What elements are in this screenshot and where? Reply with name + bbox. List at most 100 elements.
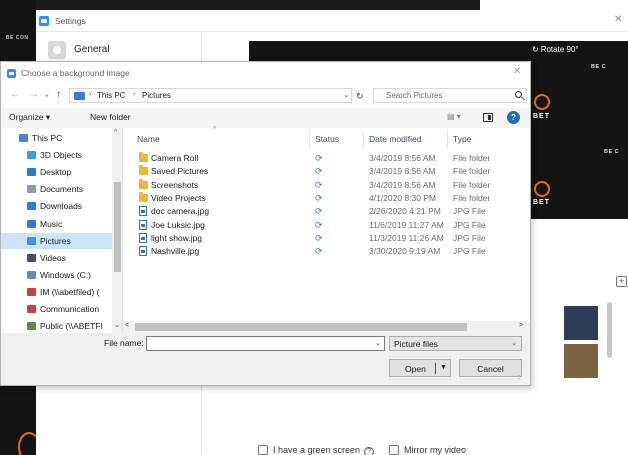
mirror-video-checkbox[interactable] [389, 445, 399, 455]
file-name-input[interactable] [149, 338, 369, 349]
table-row[interactable]: Saved Pictures ⟳ 3/4/2019 8:56 AM File fold… [123, 165, 530, 178]
search-input[interactable] [386, 90, 506, 101]
file-name: light show.jpg [151, 232, 203, 243]
sidebar-item-pictures[interactable]: Pictures [1, 232, 113, 249]
column-divider[interactable] [363, 130, 364, 148]
scroll-up-icon[interactable]: ^ [114, 129, 117, 136]
sidebar-item-downloads[interactable]: Downloads [1, 198, 113, 214]
open-button-label: Open [405, 364, 426, 374]
zoom-app-icon [39, 16, 49, 26]
network-drive-icon [27, 305, 36, 313]
column-header-type[interactable]: Type [453, 134, 471, 144]
column-divider[interactable] [447, 130, 448, 148]
network-drive-icon [27, 322, 36, 331]
sidebar-item-windows-c[interactable]: Windows (C:) [1, 267, 113, 283]
file-list-horizontal-scrollbar[interactable]: < > [123, 321, 530, 333]
mirror-video-label: Mirror my video [404, 445, 467, 455]
file-list: ^ Name Status Date modified Type < > Cam… [123, 126, 530, 333]
resize-grip-icon[interactable]: ::: [517, 374, 521, 381]
breadcrumb-pictures[interactable]: Pictures [142, 91, 171, 100]
sidebar-item-3d-objects[interactable]: 3D Objects [1, 147, 113, 163]
background-list-scrollbar[interactable] [607, 302, 612, 358]
file-date-modified: 3/4/2019 8:56 AM [369, 166, 436, 177]
open-button[interactable]: Open ▼ [389, 359, 451, 377]
cube-icon [27, 151, 36, 160]
new-folder-button[interactable]: New folder [90, 112, 131, 122]
address-dropdown-icon[interactable]: ⌄ [343, 91, 349, 99]
table-row[interactable]: Joe Luksic.jpg ⟳ 11/6/2019 11:27 AM JPG Fil… [123, 219, 530, 232]
change-view-button[interactable]: ▤ ▾ [447, 112, 461, 121]
sync-status-icon: ⟳ [315, 206, 323, 217]
settings-title: Settings [55, 16, 86, 26]
refresh-icon[interactable]: ↻ [356, 91, 364, 102]
sidebar-item-public-abetfi[interactable]: Public (\\ABETFI [1, 318, 113, 333]
search-box[interactable] [373, 88, 527, 103]
sync-status-icon: ⟳ [315, 153, 323, 163]
table-row[interactable]: Nashville.jpg ⟳ 3/30/2020 9:19 AM JPG File [123, 246, 530, 258]
address-bar[interactable]: › This PC › Pictures ⌄ [69, 88, 352, 103]
file-name-dropdown-icon[interactable]: ⌄ [375, 339, 381, 347]
background-thumbnail[interactable] [564, 306, 598, 340]
chevron-down-icon: ⌄ [511, 340, 517, 347]
breadcrumb-this-pc[interactable]: This PC [97, 91, 125, 100]
scroll-right-icon[interactable]: > [519, 322, 523, 329]
search-icon[interactable] [515, 91, 522, 98]
sidebar-item-videos[interactable]: Videos [1, 250, 113, 266]
cancel-button[interactable]: Cancel [459, 359, 522, 377]
recent-locations-chevron-icon[interactable]: ▾ [45, 92, 49, 100]
back-arrow-icon[interactable]: ← [10, 89, 20, 100]
file-open-dialog: Choose a background image ✕ ← → ▾ ↑ › Th… [0, 61, 531, 386]
navigation-pane-scrollbar[interactable]: ^ ⌄ [112, 128, 122, 333]
rotate-button[interactable]: ↻ Rotate 90° [532, 45, 579, 54]
table-row[interactable]: Camera Roll ⟳ 3/4/2019 8:56 AM File folder [123, 152, 530, 165]
column-divider[interactable] [309, 130, 310, 148]
sidebar-item-general[interactable]: General [48, 41, 198, 61]
table-row[interactable]: Screenshots ⟳ 3/4/2019 8:56 AM File folder [123, 178, 530, 192]
up-arrow-icon[interactable]: ↑ [56, 89, 61, 100]
scrollbar-thumb[interactable] [114, 182, 121, 272]
green-screen-checkbox[interactable] [258, 445, 268, 455]
file-type-value: Picture files [394, 339, 438, 349]
sidebar-item-desktop[interactable]: Desktop [1, 164, 113, 180]
preview-pane-icon[interactable] [483, 113, 493, 122]
file-type-select[interactable]: Picture files ⌄ [389, 336, 522, 351]
breadcrumb-separator[interactable]: › [133, 91, 135, 98]
file-name-combobox[interactable]: ⌄ [146, 336, 385, 351]
scroll-down-icon[interactable]: ⌄ [114, 321, 120, 329]
green-screen-option[interactable]: I have a green screen? [258, 444, 388, 455]
help-icon[interactable]: ? [364, 447, 375, 455]
background-thumbnail[interactable] [564, 344, 598, 378]
scrollbar-thumb[interactable] [135, 323, 467, 331]
open-options-dropdown-icon[interactable]: ▼ [440, 364, 447, 371]
sidebar-item-music[interactable]: Music [1, 216, 113, 232]
table-row[interactable]: light show.jpg ⟳ 11/3/2019 11:26 AM JPG Fil… [123, 232, 530, 245]
column-header-name[interactable]: Name [137, 134, 160, 144]
image-file-icon [139, 246, 147, 257]
sidebar-item-im-abetfiled[interactable]: IM (\\abetfiled) ( [1, 284, 113, 300]
table-row[interactable]: Video Projects ⟳ 4/1/2020 8:30 PM File fold… [123, 191, 530, 205]
table-row[interactable]: doc camera.jpg ⟳ 2/26/2020 4:21 PM JPG File [123, 206, 530, 218]
add-background-button[interactable]: + [616, 276, 627, 287]
organize-button[interactable]: Organize ▾ [9, 112, 50, 123]
breadcrumb-separator[interactable]: › [89, 91, 91, 98]
forward-arrow-icon[interactable]: → [29, 89, 39, 100]
help-icon[interactable]: ? [507, 111, 520, 124]
preview-bet-text-2: BET [533, 199, 550, 206]
sidebar-item-documents[interactable]: Documents [1, 181, 113, 197]
file-date-modified: 3/4/2019 8:56 AM [369, 153, 436, 163]
column-header-status[interactable]: Status [315, 134, 339, 144]
sidebar-item-this-pc[interactable]: This PC [1, 130, 113, 146]
scroll-left-icon[interactable]: < [125, 322, 129, 329]
dialog-close-icon[interactable]: ✕ [513, 66, 521, 77]
column-header-date-modified[interactable]: Date modified [369, 134, 421, 144]
preview-bet-text: BET [533, 113, 550, 120]
mirror-video-option[interactable]: Mirror my video [389, 444, 489, 455]
sync-status-icon: ⟳ [315, 232, 323, 243]
file-type: JPG File [453, 206, 486, 217]
sidebar-item-label: 3D Objects [40, 150, 83, 161]
split-divider [435, 363, 436, 374]
file-name: Joe Luksic.jpg [151, 219, 205, 230]
settings-close-icon[interactable]: ✕ [614, 14, 622, 25]
file-date-modified: 2/26/2020 4:21 PM [369, 206, 441, 217]
sidebar-item-communication[interactable]: Communication [1, 301, 113, 317]
